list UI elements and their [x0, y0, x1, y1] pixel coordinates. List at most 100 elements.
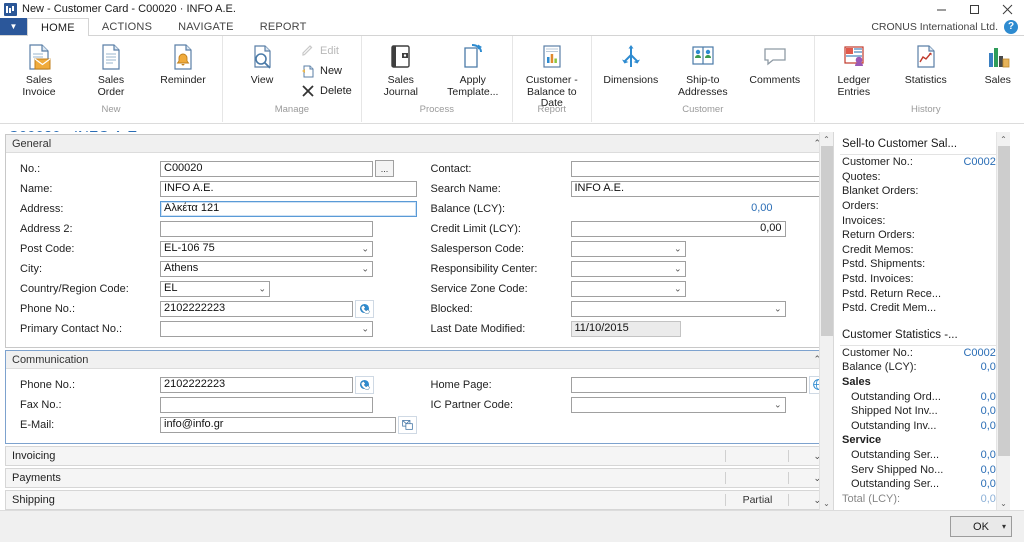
input-primary-contact-no[interactable]: ⌄ — [160, 320, 373, 337]
chevron-down-icon[interactable]: ⌄ — [674, 284, 682, 293]
input-no[interactable]: C00020 — [160, 160, 373, 177]
input-name[interactable]: INFO A.E. — [160, 180, 417, 197]
factbox-row[interactable]: Customer No.: C00020 — [840, 155, 1004, 170]
form-vertical-scrollbar[interactable]: ⌃ ⌄ — [819, 132, 833, 510]
fasttab-invoicing[interactable]: Invoicing ⌄ — [5, 446, 828, 466]
fasttab-payments[interactable]: Payments ⌄ — [5, 468, 828, 488]
scroll-up-arrow-icon[interactable]: ⌃ — [820, 132, 833, 146]
ledger-entries-button[interactable]: Ledger Entries — [818, 39, 890, 98]
factbox-row[interactable]: Outstanding Inv... 0,00 — [840, 419, 1004, 434]
sales-invoice-button[interactable]: Sales Invoice — [3, 39, 75, 98]
scroll-up-arrow-icon[interactable]: ⌃ — [997, 132, 1010, 146]
input-email[interactable]: info@info.gr — [160, 416, 397, 433]
factbox-row[interactable]: Pstd. Credit Mem...0 — [840, 301, 1004, 316]
factbox-vertical-scrollbar[interactable]: ⌃ ⌄ — [996, 132, 1010, 510]
factbox-row[interactable]: Return Orders:0 — [840, 228, 1004, 243]
ok-button[interactable]: OK ▾ — [950, 516, 1012, 537]
chevron-down-icon[interactable]: ⌄ — [361, 264, 369, 273]
input-post-code[interactable]: EL-106 75 ⌄ — [160, 240, 373, 257]
factbox-sell-to-header[interactable]: Sell-to Customer Sal... ⌃ — [840, 136, 1004, 155]
factbox-row[interactable]: Blanket Orders:0 — [840, 184, 1004, 199]
fasttab-shipping[interactable]: Shipping Partial ⌄ — [5, 490, 828, 510]
factbox-row[interactable]: Orders:0 — [840, 199, 1004, 214]
chevron-down-icon[interactable]: ▾ — [1002, 522, 1006, 531]
factbox-row[interactable]: Shipped Not Inv... 0,00 — [840, 404, 1004, 419]
input-service-zone-code[interactable]: ⌄ — [570, 280, 686, 297]
factbox-row[interactable]: Pstd. Return Rece...0 — [840, 286, 1004, 301]
factbox-row[interactable]: Pstd. Invoices:0 — [840, 272, 1004, 287]
reminder-button[interactable]: Reminder — [147, 39, 219, 87]
input-home-page[interactable] — [570, 376, 808, 393]
factbox-row[interactable]: Outstanding Ord... 0,00 — [840, 389, 1004, 404]
input-fax-no[interactable] — [160, 396, 373, 413]
factbox-row[interactable]: Outstanding Ser... 0,00 — [840, 477, 1004, 492]
scroll-down-arrow-icon[interactable]: ⌄ — [820, 496, 833, 510]
close-button[interactable] — [991, 0, 1024, 18]
fasttab-communication-header[interactable]: Communication ⌃ — [6, 351, 827, 369]
sales-order-button[interactable]: Sales Order — [75, 39, 147, 98]
chevron-down-icon[interactable]: ⌄ — [674, 264, 682, 273]
factbox-row[interactable]: Total (LCY): 0,00 — [840, 491, 1004, 506]
input-ic-partner-code[interactable]: ⌄ — [570, 396, 786, 413]
input-credit-limit-lcy[interactable]: 0,00 — [570, 220, 786, 237]
apply-template-button[interactable]: Apply Template... — [437, 39, 509, 98]
input-salesperson-code[interactable]: ⌄ — [570, 240, 686, 257]
assist-edit-no-button[interactable]: ... — [375, 160, 394, 178]
field-row-primary-contact-no: Primary Contact No.: ⌄ — [20, 319, 417, 339]
input-responsibility-center[interactable]: ⌄ — [570, 260, 686, 277]
factbox-row[interactable]: Credit Memos:0 — [840, 243, 1004, 258]
factbox-customer-statistics-header[interactable]: Customer Statistics -... ⌃ — [840, 327, 1004, 346]
phone-dial-icon[interactable] — [355, 375, 374, 394]
sales-button[interactable]: Sales — [962, 39, 1024, 87]
input-city[interactable]: Athens ⌄ — [160, 260, 373, 277]
factbox-row[interactable]: Pstd. Shipments:0 — [840, 257, 1004, 272]
chevron-down-icon[interactable]: ⌄ — [774, 304, 782, 313]
tab-report[interactable]: REPORT — [247, 18, 320, 35]
chevron-down-icon[interactable]: ⌄ — [258, 284, 266, 293]
input-comm-phone-no[interactable]: 2102222223 — [160, 376, 353, 393]
input-search-name[interactable]: INFO A.E. — [570, 180, 827, 197]
scroll-down-arrow-icon[interactable]: ⌄ — [997, 496, 1010, 510]
input-phone-no[interactable]: 2102222223 — [160, 300, 353, 317]
edit-button[interactable]: Edit — [298, 41, 358, 61]
scrollbar-thumb[interactable] — [998, 146, 1010, 456]
scrollbar-thumb[interactable] — [821, 146, 833, 336]
app-logo-icon — [4, 2, 17, 16]
chevron-down-icon[interactable]: ⌄ — [361, 324, 369, 333]
input-address[interactable]: Αλκέτα 121 — [160, 200, 417, 217]
factbox-row[interactable]: Serv Shipped No... 0,00 — [840, 462, 1004, 477]
minimize-button[interactable] — [925, 0, 958, 18]
factbox-row[interactable]: Quotes:0 — [840, 170, 1004, 185]
maximize-button[interactable] — [958, 0, 991, 18]
reminder-icon — [167, 41, 199, 73]
value-balance-lcy[interactable]: 0,00 — [571, 201, 776, 217]
factbox-row[interactable]: Balance (LCY): 0,00 — [840, 360, 1004, 375]
sales-journal-button[interactable]: Sales Journal — [365, 39, 437, 98]
chevron-down-icon[interactable]: ⌄ — [774, 400, 782, 409]
customer-balance-to-date-button[interactable]: Customer - Balance to Date — [516, 39, 588, 110]
send-email-icon[interactable] — [398, 415, 417, 434]
chevron-down-icon[interactable]: ⌄ — [361, 244, 369, 253]
input-contact[interactable] — [570, 160, 827, 177]
factbox-row[interactable]: Invoices:0 — [840, 213, 1004, 228]
statistics-button[interactable]: Statistics — [890, 39, 962, 87]
help-icon[interactable]: ? — [1004, 20, 1018, 34]
input-country-region-code[interactable]: EL ⌄ — [160, 280, 270, 297]
view-button[interactable]: View — [226, 39, 298, 87]
ship-to-addresses-button[interactable]: Ship-to Addresses — [667, 39, 739, 98]
input-address-2[interactable] — [160, 220, 373, 237]
dimensions-button[interactable]: Dimensions — [595, 39, 667, 87]
application-menu-button[interactable]: ▼ — [0, 18, 27, 35]
tab-navigate[interactable]: NAVIGATE — [165, 18, 247, 35]
chevron-down-icon[interactable]: ⌄ — [674, 244, 682, 253]
input-blocked[interactable]: ⌄ — [570, 300, 786, 317]
tab-home[interactable]: HOME — [27, 18, 89, 36]
fasttab-general-header[interactable]: General ⌃ — [6, 135, 827, 153]
new-button[interactable]: New — [298, 61, 358, 81]
factbox-row[interactable]: Customer No.: C00020 — [840, 346, 1004, 361]
comments-button[interactable]: Comments — [739, 39, 811, 87]
phone-dial-icon[interactable] — [355, 299, 374, 318]
factbox-row[interactable]: Outstanding Ser... 0,00 — [840, 448, 1004, 463]
tab-actions[interactable]: ACTIONS — [89, 18, 165, 35]
delete-button[interactable]: Delete — [298, 81, 358, 101]
